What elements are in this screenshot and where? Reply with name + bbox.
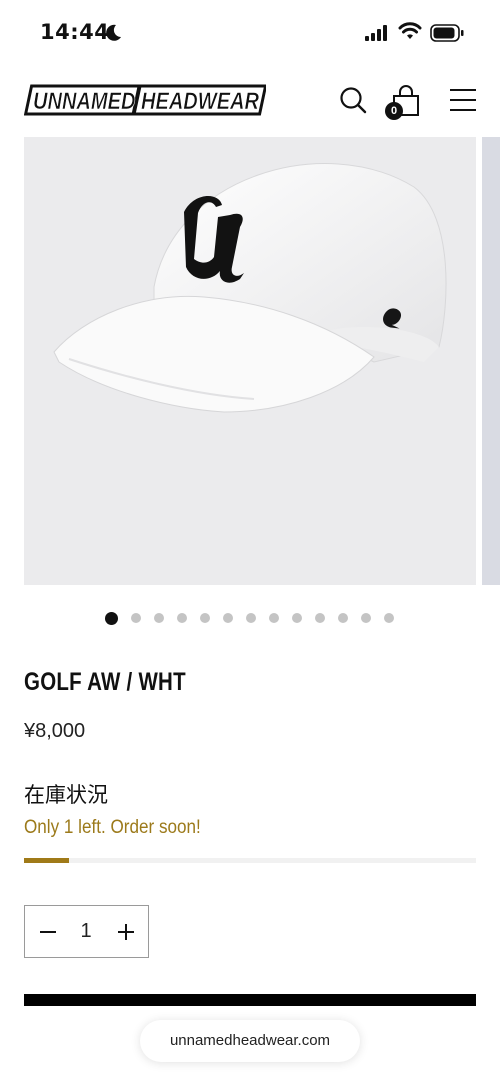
add-to-cart-button[interactable] — [24, 994, 476, 1006]
wifi-icon — [398, 22, 422, 39]
stock-status-message: Only 1 left. Order soon! — [24, 817, 201, 838]
product-gallery[interactable] — [24, 137, 500, 585]
cap-illustration — [53, 163, 447, 413]
carousel-dot[interactable] — [105, 611, 118, 625]
product-price: ¥8,000 — [24, 720, 86, 742]
carousel-dot[interactable] — [361, 613, 371, 623]
moon-icon — [106, 24, 121, 41]
stock-level-bar — [24, 858, 476, 863]
increase-quantity-button[interactable] — [113, 918, 139, 946]
carousel-dot[interactable] — [269, 613, 279, 623]
site-header: UNNAMED HEADWEAR 0 — [0, 72, 500, 128]
decrease-quantity-button[interactable] — [35, 918, 61, 946]
carousel-dot[interactable] — [223, 613, 233, 623]
logo-text: UNNAMED HEADWEAR — [33, 88, 260, 115]
carousel-dot[interactable] — [131, 613, 141, 623]
carousel-dot[interactable] — [246, 613, 256, 623]
brand-logo[interactable]: UNNAMED HEADWEAR — [24, 84, 266, 116]
product-image[interactable] — [24, 137, 476, 585]
carousel-dot[interactable] — [200, 613, 210, 623]
stock-level-fill — [24, 858, 70, 863]
quantity-stepper: 1 — [24, 905, 149, 958]
carousel-dot[interactable] — [338, 613, 348, 623]
cellular-signal-icon — [365, 25, 387, 41]
battery-icon — [430, 24, 464, 42]
status-bar: 14:44 — [0, 0, 500, 62]
product-title: GOLF AW / WHT — [24, 668, 186, 696]
browser-url-bar[interactable]: unnamedheadwear.com — [140, 1020, 360, 1062]
status-time: 14:44 — [40, 20, 110, 44]
carousel-dot[interactable] — [384, 613, 394, 623]
quantity-value[interactable]: 1 — [75, 920, 97, 943]
cart-count-badge: 0 — [385, 102, 403, 120]
hamburger-menu-icon[interactable] — [448, 86, 478, 114]
cart-button[interactable]: 0 — [385, 82, 425, 122]
carousel-dot[interactable] — [177, 613, 187, 623]
carousel-dot[interactable] — [154, 613, 164, 623]
carousel-dots — [105, 611, 407, 625]
next-product-image-peek[interactable] — [482, 137, 500, 585]
carousel-dot[interactable] — [315, 613, 325, 623]
stock-status-heading: 在庫状況 — [24, 783, 108, 807]
search-icon[interactable] — [337, 84, 369, 116]
carousel-dot[interactable] — [292, 613, 302, 623]
